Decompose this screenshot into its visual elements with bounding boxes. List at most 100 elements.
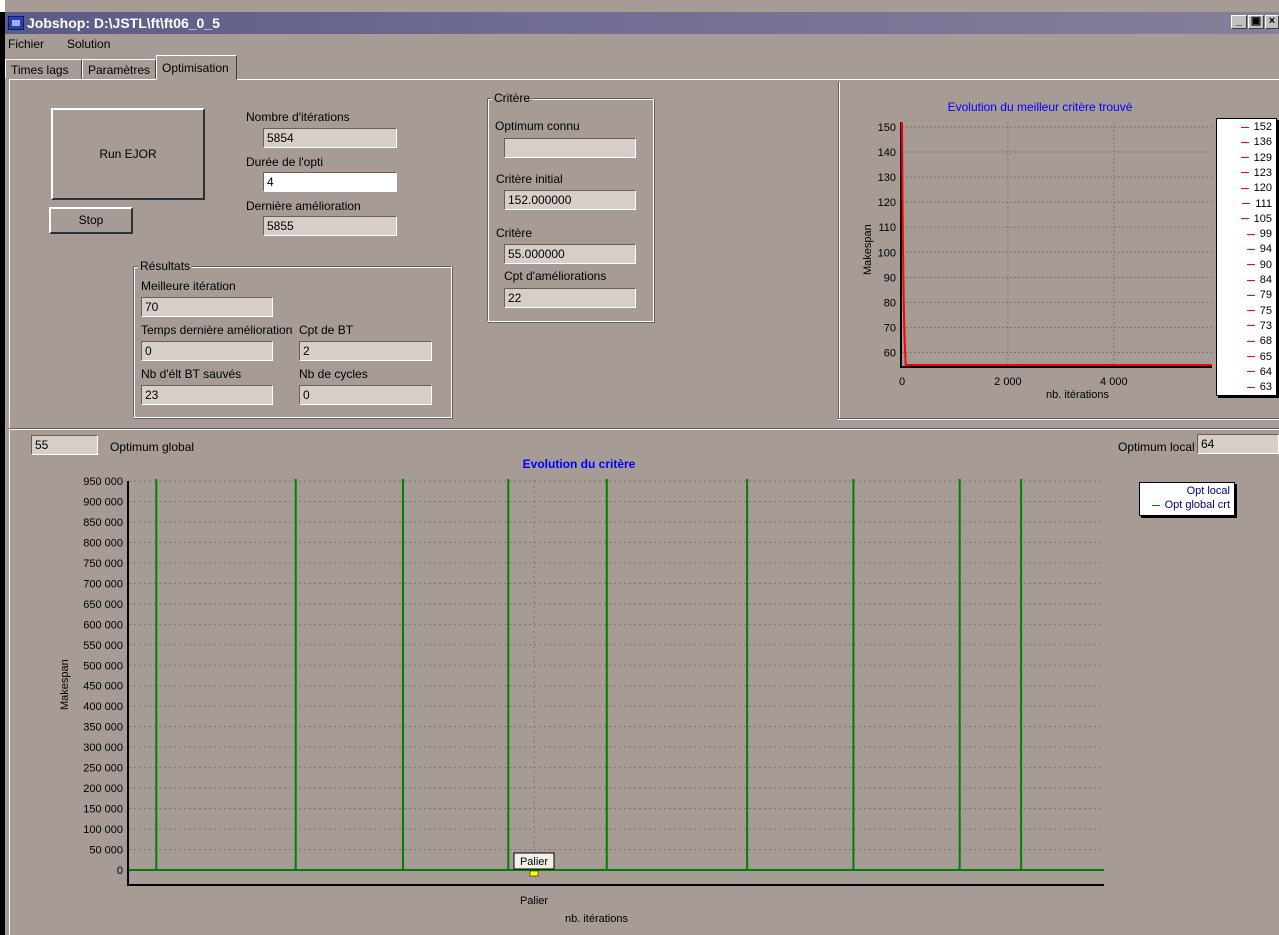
menu-bar: Fichier Solution — [5, 34, 1279, 54]
legend-swatch-icon — [1246, 310, 1255, 312]
cpt-bt-field[interactable]: 2 — [299, 341, 432, 361]
legend-swatch-icon — [1240, 126, 1249, 128]
palier-marker-point — [529, 870, 539, 877]
legend-item: 65 — [1246, 350, 1272, 363]
nb-elt-bt-label: Nb d'élt BT sauvés — [141, 367, 242, 381]
duree-opti-label: Durée de l'opti — [246, 155, 324, 169]
legend-label: 64 — [1259, 365, 1272, 378]
cpt-bt-label: Cpt de BT — [299, 323, 354, 337]
title-bar[interactable]: Jobshop: D:\JSTL\ft\ft06_0_5 _ ▣ × — [5, 12, 1279, 34]
duree-opti-field[interactable]: 4 — [263, 172, 397, 192]
legend-item: 152 — [1240, 121, 1272, 133]
palier-marker-label: Palier — [520, 856, 548, 868]
y-tick-label: 450 000 — [83, 681, 123, 693]
opt-global-swatch-icon — [1151, 504, 1160, 506]
critere-title: Critère — [492, 91, 533, 105]
y-tick-label: 700 000 — [83, 578, 123, 590]
legend-label: 73 — [1259, 319, 1272, 332]
optimum-connu-field[interactable] — [504, 138, 636, 158]
opt-local-label: Opt local — [1186, 485, 1230, 497]
y-tick-label: 0 — [117, 865, 123, 877]
y-tick-label: 130 — [878, 172, 896, 184]
cpt-ameliorations-label: Cpt d'améliorations — [504, 269, 607, 283]
criterion-evolution-chart: Evolution du critère Makespan nb. itérat… — [9, 450, 1279, 935]
opt-global-label: Opt global crt — [1164, 499, 1230, 511]
legend-item: 120 — [1240, 182, 1272, 195]
best-criterion-chart: Evolution du meilleur critère trouvé Mak… — [840, 82, 1279, 416]
tab-parametres[interactable]: Paramètres — [82, 59, 156, 79]
nb-cycles-label: Nb de cycles — [299, 367, 368, 381]
nb-iterations-field[interactable]: 5854 — [263, 128, 397, 148]
legend-opt-global: Opt global crt — [1151, 499, 1230, 511]
y-tick-label: 300 000 — [83, 742, 123, 754]
legend-label: 123 — [1253, 166, 1272, 179]
legend-label: 136 — [1253, 136, 1272, 149]
x-tick-label: 2 000 — [994, 376, 1022, 388]
y-tick-label: 750 000 — [83, 558, 123, 570]
y-tick-label: 80 — [884, 297, 896, 309]
y-tick-label: 140 — [878, 147, 896, 159]
legend-swatch-icon — [1242, 203, 1251, 205]
derniere-amelioration-label: Dernière amélioration — [246, 199, 361, 213]
legend-label: 105 — [1253, 212, 1272, 225]
y-tick-label: 950 000 — [83, 476, 123, 488]
y-tick-label: 650 000 — [83, 599, 123, 611]
x-tick-label: 0 — [899, 376, 905, 388]
critere-initial-label: Critère initial — [496, 172, 563, 186]
y-tick-label: 70 — [884, 322, 896, 334]
temps-derniere-label: Temps dernière amélioration — [141, 323, 293, 337]
legend-item: 63 — [1246, 381, 1272, 393]
derniere-amelioration-field[interactable]: 5855 — [263, 216, 397, 236]
legend-item: 94 — [1246, 243, 1272, 255]
legend-item: 123 — [1240, 166, 1272, 179]
legend-label: 99 — [1259, 228, 1272, 241]
tab-times-lags[interactable]: Times lags — [5, 59, 82, 79]
nb-elt-bt-field[interactable]: 23 — [141, 385, 273, 405]
legend-swatch-icon — [1240, 218, 1249, 220]
legend-swatch-icon — [1246, 386, 1255, 388]
run-ejor-button[interactable]: Run EJOR — [51, 108, 205, 200]
legend-item: 105 — [1240, 212, 1272, 225]
menu-solution[interactable]: Solution — [67, 37, 110, 51]
legend-swatch-icon — [1246, 371, 1255, 373]
legend-item: 99 — [1246, 228, 1272, 241]
y-tick-label: 400 000 — [83, 701, 123, 713]
legend-item: 64 — [1246, 365, 1272, 378]
nb-cycles-field[interactable]: 0 — [299, 385, 432, 405]
legend-swatch-icon — [1240, 141, 1249, 143]
y-tick-label: 250 000 — [83, 763, 123, 775]
critere-field[interactable]: 55.000000 — [504, 244, 636, 264]
legend-item: 73 — [1246, 319, 1272, 332]
menu-fichier[interactable]: Fichier — [8, 37, 44, 51]
y-tick-label: 100 — [878, 247, 896, 259]
legend-label: 120 — [1253, 182, 1272, 195]
legend-label: 68 — [1259, 335, 1272, 348]
stop-button[interactable]: Stop — [49, 207, 133, 234]
legend-label: 65 — [1259, 350, 1272, 363]
chart-separator — [838, 418, 1279, 420]
legend-item: 136 — [1240, 136, 1272, 149]
minimize-icon[interactable]: _ — [1231, 15, 1247, 29]
optimum-connu-label: Optimum connu — [495, 119, 580, 133]
x-tick-label: 4 000 — [1100, 376, 1128, 388]
criterion-evolution-plot: 950 000 900 000 850 000 800 000 750 000 700 0… — [83, 476, 1104, 907]
critere-initial-field[interactable]: 152.000000 — [504, 190, 636, 210]
cpt-ameliorations-field[interactable]: 22 — [504, 288, 636, 308]
legend-label: 79 — [1259, 289, 1272, 302]
y-tick-label: 90 — [884, 272, 896, 284]
y-tick-label: 150 000 — [83, 804, 123, 816]
y-tick-label: 110 — [878, 222, 896, 234]
temps-derniere-field[interactable]: 0 — [141, 341, 273, 361]
close-icon[interactable]: × — [1265, 15, 1279, 29]
meilleure-iteration-field[interactable]: 70 — [141, 297, 273, 317]
panel-separator — [9, 428, 1279, 430]
y-tick-label: 550 000 — [83, 640, 123, 652]
y-tick-label: 800 000 — [83, 537, 123, 549]
y-tick-label: 50 000 — [89, 845, 123, 857]
app-icon — [8, 16, 24, 30]
y-tick-label: 100 000 — [83, 824, 123, 836]
tab-optimisation[interactable]: Optimisation — [156, 55, 237, 80]
y-tick-label: 600 000 — [83, 619, 123, 631]
maximize-icon[interactable]: ▣ — [1248, 15, 1264, 29]
legend-item: 84 — [1246, 274, 1272, 286]
